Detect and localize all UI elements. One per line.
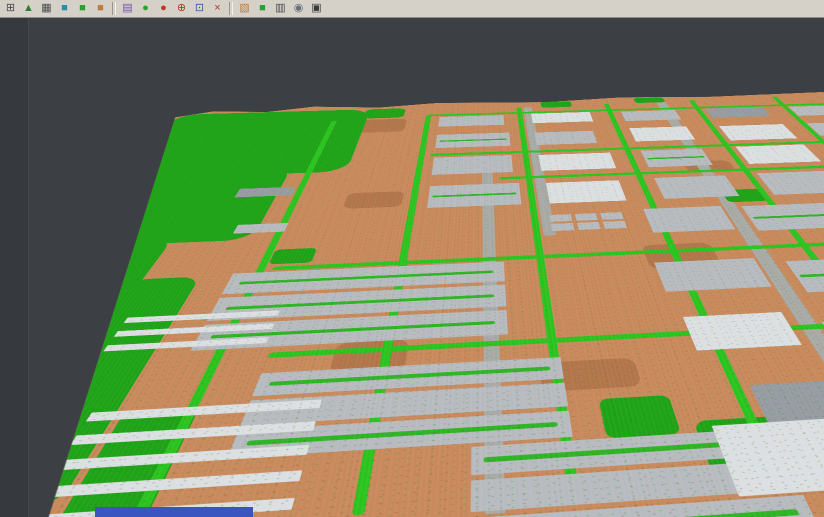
vegetation-patch	[633, 97, 666, 103]
building	[534, 131, 597, 145]
building	[719, 124, 798, 140]
toolbar: ⊞ ▲ ▦ ■ ■ ■ ▤ ● ● ⊕ ⊡ × ▧ ■ ▥ ◉ ▣	[0, 0, 824, 18]
building	[735, 144, 821, 163]
layer-orange-icon: ▧	[239, 3, 249, 14]
vegetation-class-button[interactable]: ■	[74, 1, 91, 16]
building	[683, 312, 802, 351]
building	[654, 175, 739, 198]
clear-selection-button[interactable]: ×	[209, 1, 226, 16]
roof-vegetation-stripe	[484, 509, 799, 517]
ground-class-icon: ■	[97, 3, 104, 14]
layer-green-icon: ■	[259, 3, 266, 14]
bottom-blue-strip	[95, 507, 253, 517]
record-view-icon: ●	[160, 3, 167, 14]
building	[531, 112, 593, 123]
target-measure-icon: ⊕	[177, 3, 186, 14]
snapshot-button[interactable]: ▣	[308, 1, 325, 16]
globe-view-button[interactable]: ◉	[290, 1, 307, 16]
histogram-icon: ▥	[275, 3, 285, 14]
building	[577, 222, 601, 230]
building	[629, 126, 695, 141]
building	[539, 153, 617, 171]
building	[575, 213, 598, 221]
building	[432, 155, 513, 175]
roof-vegetation-stripe	[432, 193, 516, 198]
building	[603, 221, 627, 229]
building	[551, 223, 574, 231]
roof-vegetation-stripe	[439, 138, 507, 141]
vegetation-patch	[268, 248, 317, 265]
vegetation-patch	[540, 101, 572, 108]
building	[427, 183, 521, 208]
perspective-container	[0, 18, 824, 517]
terrain-ground	[0, 82, 824, 517]
roof-vegetation-stripe	[647, 156, 705, 159]
roof-vegetation-stripe	[753, 214, 824, 219]
palette-classify-icon: ▤	[122, 3, 132, 14]
window-layout-button[interactable]: ⊞	[2, 1, 19, 16]
building	[643, 206, 735, 233]
building	[705, 107, 771, 118]
toolbar-separator	[229, 2, 233, 15]
play-render-icon: ●	[142, 3, 149, 14]
layer-orange-button[interactable]: ▧	[236, 1, 253, 16]
building	[438, 115, 504, 127]
building	[621, 110, 681, 121]
building	[435, 133, 510, 149]
snap-grid-icon: ⊡	[195, 3, 204, 14]
roof-vegetation-stripe	[238, 270, 493, 284]
terrain-view-button[interactable]: ▲	[20, 1, 37, 16]
mesh-view-button[interactable]: ▦	[38, 1, 55, 16]
snap-grid-button[interactable]: ⊡	[191, 1, 208, 16]
globe-view-icon: ◉	[294, 3, 304, 14]
play-render-button[interactable]: ●	[137, 1, 154, 16]
building	[234, 187, 296, 198]
terrain-plane	[0, 82, 824, 517]
vegetation-patch	[599, 395, 682, 438]
histogram-button[interactable]: ▥	[272, 1, 289, 16]
vegetation-patch	[363, 108, 406, 118]
roof-vegetation-stripe	[268, 366, 550, 385]
window-layout-icon: ⊞	[6, 3, 15, 14]
building	[741, 203, 824, 231]
layer-green-button[interactable]: ■	[254, 1, 271, 16]
building	[654, 258, 772, 292]
clear-selection-icon: ×	[214, 3, 220, 14]
vegetation-patch	[50, 168, 292, 248]
target-measure-button[interactable]: ⊕	[173, 1, 190, 16]
building	[757, 170, 824, 194]
record-view-button[interactable]: ●	[155, 1, 172, 16]
water-class-icon: ■	[61, 3, 68, 14]
building	[640, 149, 712, 168]
building	[546, 180, 627, 203]
roof-vegetation-stripe	[799, 271, 824, 278]
vegetation-class-icon: ■	[79, 3, 86, 14]
palette-classify-button[interactable]: ▤	[119, 1, 136, 16]
scene-viewport-3d[interactable]	[0, 18, 824, 517]
terrain-view-icon: ▲	[23, 3, 34, 14]
snapshot-icon: ▣	[311, 3, 321, 14]
toolbar-separator	[112, 2, 116, 15]
water-class-button[interactable]: ■	[56, 1, 73, 16]
building	[600, 212, 623, 220]
ground-class-button[interactable]: ■	[92, 1, 109, 16]
building	[549, 214, 572, 222]
mesh-view-icon: ▦	[41, 3, 51, 14]
roof-vegetation-stripe	[225, 294, 495, 310]
ground-patch	[343, 191, 405, 209]
